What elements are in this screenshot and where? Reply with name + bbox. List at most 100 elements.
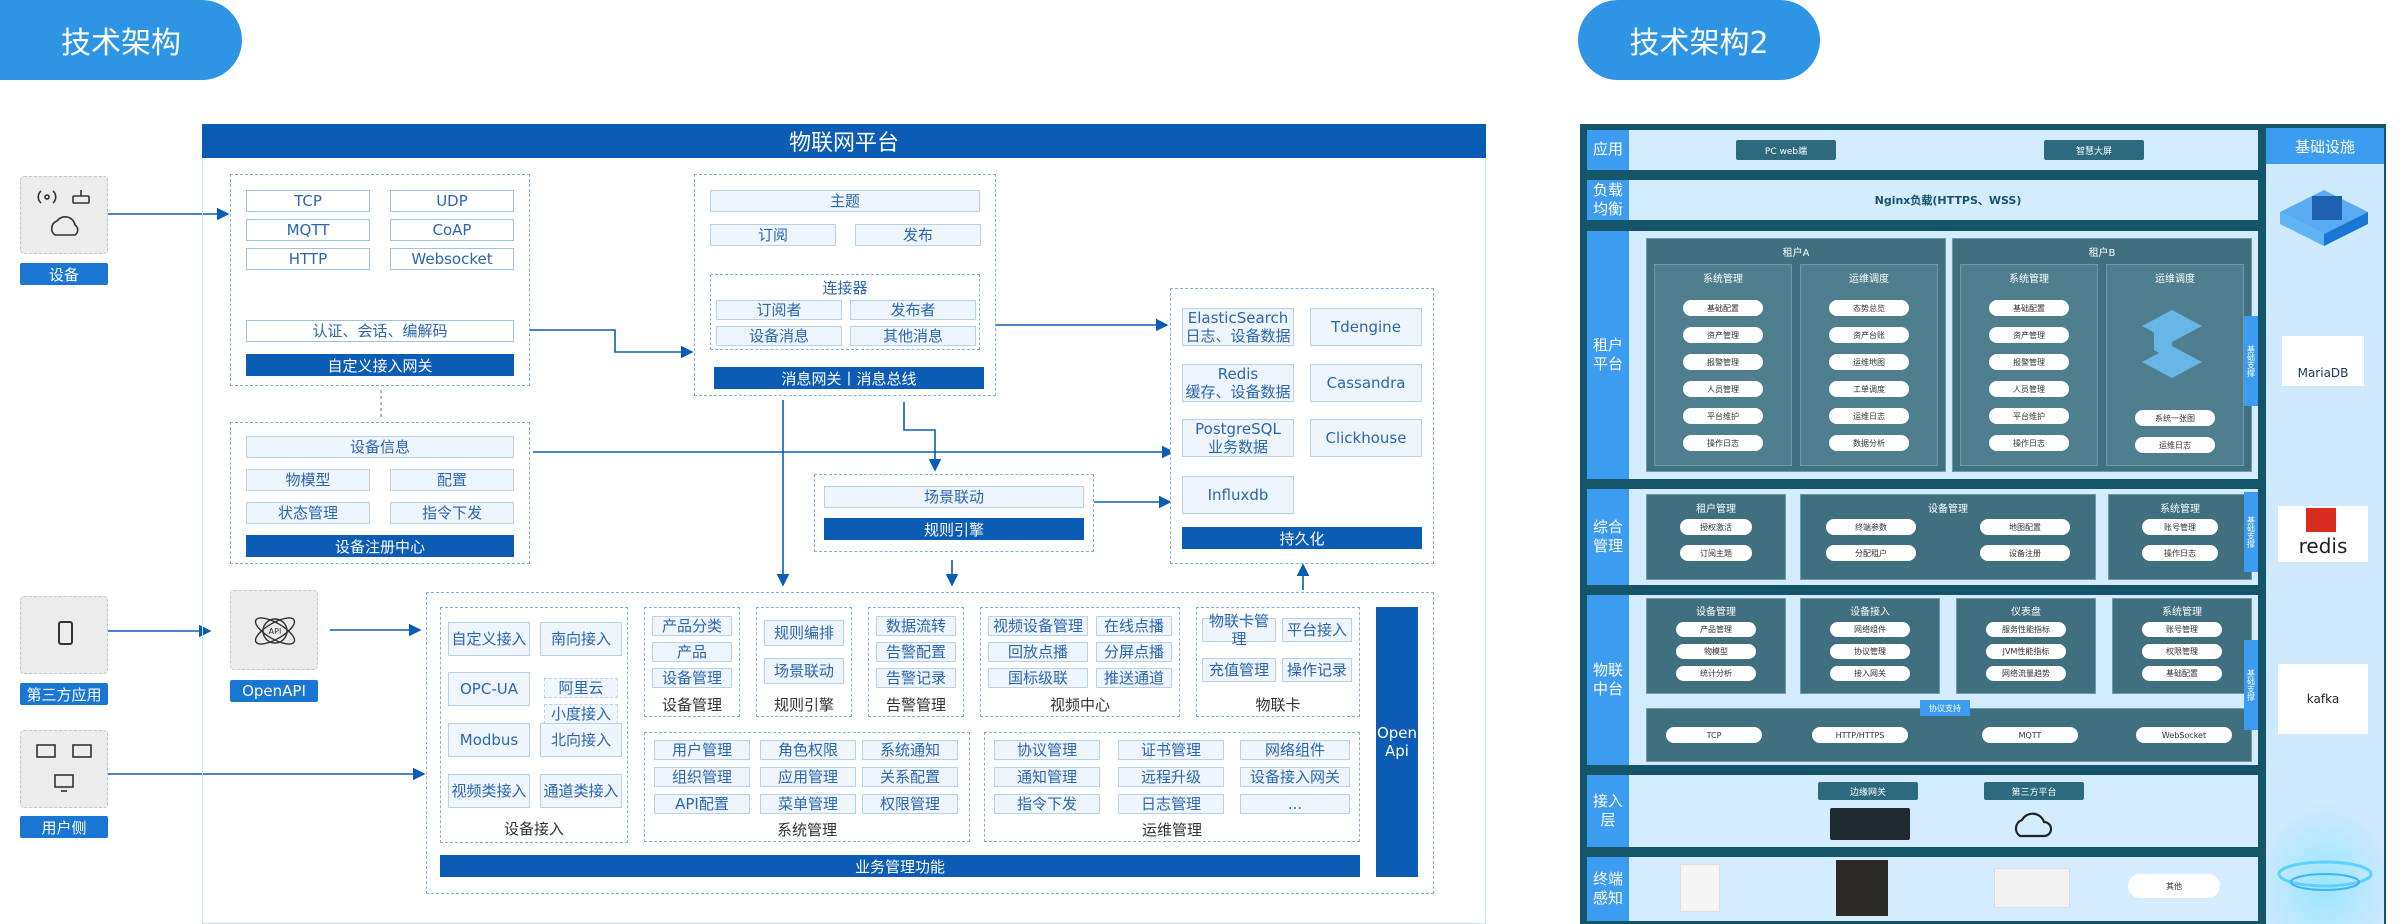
iot-sys-item: 权限管理 bbox=[2142, 644, 2222, 659]
sys-notice-box: 系统通知 bbox=[862, 740, 958, 760]
video-access-box: 视频类接入 bbox=[448, 774, 530, 808]
device-card bbox=[20, 176, 108, 254]
iot-row-label: 物联 中台 bbox=[1587, 595, 1629, 765]
subscriber-box: 订阅者 bbox=[716, 300, 842, 320]
proto-http: HTTP/HTTPS bbox=[1812, 727, 1908, 743]
screen-bar: 智慧大屏 bbox=[2044, 140, 2144, 160]
tdengine-box: Tdengine bbox=[1310, 308, 1422, 346]
infra-header: 基础设施 bbox=[2266, 128, 2384, 164]
tenant-a-title: 租户A bbox=[1782, 248, 1810, 259]
infra-glow-illustration bbox=[2266, 790, 2384, 924]
device-info-box: 设备信息 bbox=[246, 436, 514, 458]
alarm-record-box: 告警记录 bbox=[876, 668, 956, 688]
tenant-a-ops-item: 数据分析 bbox=[1829, 435, 1909, 451]
support-bar-1: 基础支撑 bbox=[2244, 316, 2258, 406]
svg-text:API: API bbox=[269, 627, 282, 636]
openapi-bar: Open Api bbox=[1376, 607, 1418, 877]
connector-title: 连接器 bbox=[822, 279, 868, 297]
recharge-box: 充值管理 bbox=[1202, 658, 1276, 682]
websocket-box: Websocket bbox=[390, 248, 514, 270]
mqtt-box: MQTT bbox=[246, 219, 370, 241]
relation-box: 关系配置 bbox=[862, 767, 958, 787]
menu-mgmt-box: 菜单管理 bbox=[760, 794, 856, 814]
tenant-b-ops-item: 系统一张图 bbox=[2135, 410, 2215, 426]
alarm-caption: 告警管理 bbox=[885, 696, 946, 714]
udp-box: UDP bbox=[390, 190, 514, 212]
proto-tcp: TCP bbox=[1666, 727, 1762, 743]
network-comp-box: 网络组件 bbox=[1240, 740, 1350, 760]
ops-caption: 运维管理 bbox=[1141, 821, 1202, 839]
coap-box: CoAP bbox=[390, 219, 514, 241]
ota-box: 远程升级 bbox=[1118, 767, 1224, 787]
auth-box: 认证、会话、编解码 bbox=[246, 320, 514, 342]
iot-dev-item: 产品管理 bbox=[1676, 622, 1756, 637]
iot-acc-item: 接入网关 bbox=[1830, 666, 1910, 681]
rule-bar: 规则引擎 bbox=[824, 518, 1084, 540]
live-play-box: 在线点播 bbox=[1096, 616, 1172, 636]
tenant-b-title: 租户B bbox=[2088, 248, 2116, 259]
tenant-a-ops-item: 态势总览 bbox=[1829, 300, 1909, 316]
more-box: ... bbox=[1240, 794, 1350, 814]
publisher-box: 发布者 bbox=[850, 300, 976, 320]
iot-sys-item: 基础配置 bbox=[2142, 666, 2222, 681]
mgmt-s1: 账号管理 bbox=[2142, 519, 2218, 535]
user-mgmt-box: 用户管理 bbox=[654, 740, 750, 760]
iot-acc-item: 协议管理 bbox=[1830, 644, 1910, 659]
tenant-a-ops-title: 运维调度 bbox=[1849, 274, 1889, 285]
mariadb-logo: MariaDB bbox=[2282, 336, 2364, 386]
mgmt-sys-title: 系统管理 bbox=[2160, 504, 2200, 515]
tenant-b-ops-title: 运维调度 bbox=[2155, 274, 2195, 285]
mgmt-d2: 分配租户 bbox=[1826, 545, 1916, 561]
platform-header: 物联网平台 bbox=[202, 124, 1486, 158]
cassandra-box: Cassandra bbox=[1310, 364, 1422, 402]
openapi-icon: API bbox=[254, 617, 296, 645]
iot-acc-item: 网络组件 bbox=[1830, 622, 1910, 637]
mgmt-device-title: 设备管理 bbox=[1928, 504, 1968, 515]
publish-box: 发布 bbox=[855, 224, 981, 246]
sensor-image-3 bbox=[1994, 868, 2070, 908]
es-box: ElasticSearch 日志、设备数据 bbox=[1182, 308, 1294, 346]
mgmt-d4: 设备注册 bbox=[1980, 545, 2070, 561]
influx-box: Influxdb bbox=[1182, 476, 1294, 514]
state-mgmt-box: 状态管理 bbox=[246, 502, 370, 524]
xiaodu-box: 小度接入 bbox=[544, 704, 618, 724]
tenant-a-sys-item: 操作日志 bbox=[1683, 435, 1763, 451]
iot-dash-item: 网络流量趋势 bbox=[1986, 666, 2066, 681]
topic-box: 主题 bbox=[710, 190, 980, 212]
video-device-box: 视频设备管理 bbox=[988, 616, 1088, 636]
registry-bar: 设备注册中心 bbox=[246, 535, 514, 557]
card-mgmt-box: 物联卡管理 bbox=[1202, 612, 1276, 648]
south-access-box: 南向接入 bbox=[540, 622, 622, 656]
third-app-card bbox=[20, 596, 108, 674]
lb-row-label: 负载 均衡 bbox=[1587, 180, 1629, 220]
redis-cube-icon bbox=[2306, 508, 2336, 532]
data-flow-box: 数据流转 bbox=[876, 616, 956, 636]
tenant-a-ops-item: 资产台账 bbox=[1829, 327, 1909, 343]
tcp-box: TCP bbox=[246, 190, 370, 212]
rule-orchestrate-box: 规则编排 bbox=[764, 620, 844, 646]
business-bar: 业务管理功能 bbox=[440, 855, 1360, 877]
sense-row-label: 终端 感知 bbox=[1587, 857, 1629, 921]
tenant-b-sys-item: 人员管理 bbox=[1989, 381, 2069, 397]
tenant-a-sys-item: 基础配置 bbox=[1683, 300, 1763, 316]
openapi-card: API bbox=[230, 590, 318, 670]
sensor-image-1 bbox=[1680, 864, 1720, 912]
kafka-logo: kafka bbox=[2278, 664, 2368, 734]
video-center-caption: 视频中心 bbox=[1049, 696, 1110, 714]
device-mgmt-box: 设备管理 bbox=[652, 668, 732, 688]
tenant-a-sys-item: 平台维护 bbox=[1683, 408, 1763, 424]
mgmt-row-label: 综合 管理 bbox=[1587, 489, 1629, 585]
devmgmt-caption: 设备管理 bbox=[661, 696, 722, 714]
tenant-b-illustration bbox=[2142, 310, 2202, 378]
thing-model-box: 物模型 bbox=[246, 469, 370, 491]
custom-access-box: 自定义接入 bbox=[448, 622, 530, 656]
config-box: 配置 bbox=[390, 469, 514, 491]
nginx-text: Nginx负载(HTTPS、WSS) bbox=[1874, 194, 2022, 207]
scene-link2-box: 场景联动 bbox=[764, 658, 844, 684]
gateway-bar: 自定义接入网关 bbox=[246, 354, 514, 376]
product-box: 产品 bbox=[652, 642, 732, 662]
tenant-a-sys-title: 系统管理 bbox=[1703, 274, 1743, 285]
edge-gateway-bar: 边缘网关 bbox=[1818, 782, 1918, 800]
north-access-box: 北向接入 bbox=[540, 723, 622, 757]
opc-box: OPC-UA bbox=[448, 672, 530, 706]
